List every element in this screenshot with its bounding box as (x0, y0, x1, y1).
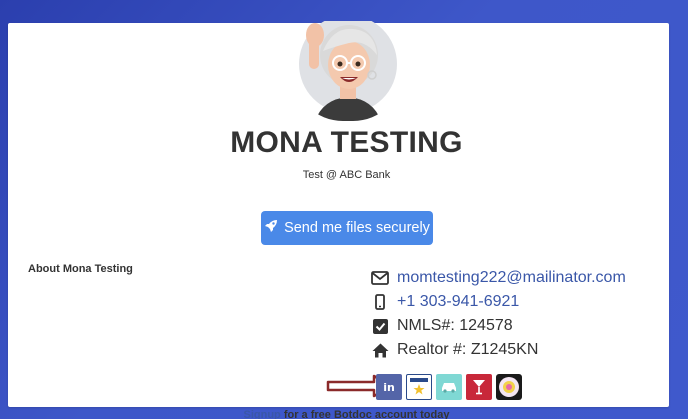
realtor-text: Realtor #: Z1245KN (397, 341, 539, 358)
car-icon[interactable] (436, 374, 462, 400)
avatar (293, 21, 403, 121)
rocket-icon (264, 219, 278, 237)
profile-subtitle: Test @ ABC Bank (302, 169, 391, 181)
social-links: in (376, 374, 522, 400)
phone-icon (371, 293, 389, 311)
signup-text: for a free Botdoc account today (280, 409, 450, 419)
contact-phone-row: +1 303-941-6921 (371, 291, 519, 313)
check-square-icon (371, 317, 389, 335)
email-link[interactable]: momtesting222@mailinator.com (397, 269, 626, 287)
contact-realtor-row: Realtor #: Z1245KN (371, 339, 538, 361)
contact-email-row: momtesting222@mailinator.com (371, 267, 626, 289)
home-icon (371, 341, 389, 359)
envelope-icon (371, 269, 389, 287)
send-files-label: Send me files securely (284, 220, 430, 236)
profile-name: MONA TESTING (230, 126, 463, 159)
contact-nmls-row: NMLS#: 124578 (371, 315, 513, 337)
logo-icon[interactable] (496, 374, 522, 400)
send-files-button[interactable]: Send me files securely (261, 211, 433, 245)
nmls-text: NMLS#: 124578 (397, 317, 513, 334)
cocktail-icon[interactable] (466, 374, 492, 400)
badge-icon[interactable] (406, 374, 432, 400)
phone-link[interactable]: +1 303-941-6921 (397, 293, 519, 311)
linkedin-icon[interactable]: in (376, 374, 402, 400)
about-heading: About Mona Testing (28, 263, 133, 275)
signup-link[interactable]: Signup (244, 409, 281, 419)
profile-card: MONA TESTING Test @ ABC Bank Send me fil… (8, 21, 669, 419)
footer-signup: Signup for a free Botdoc account today (8, 409, 685, 419)
